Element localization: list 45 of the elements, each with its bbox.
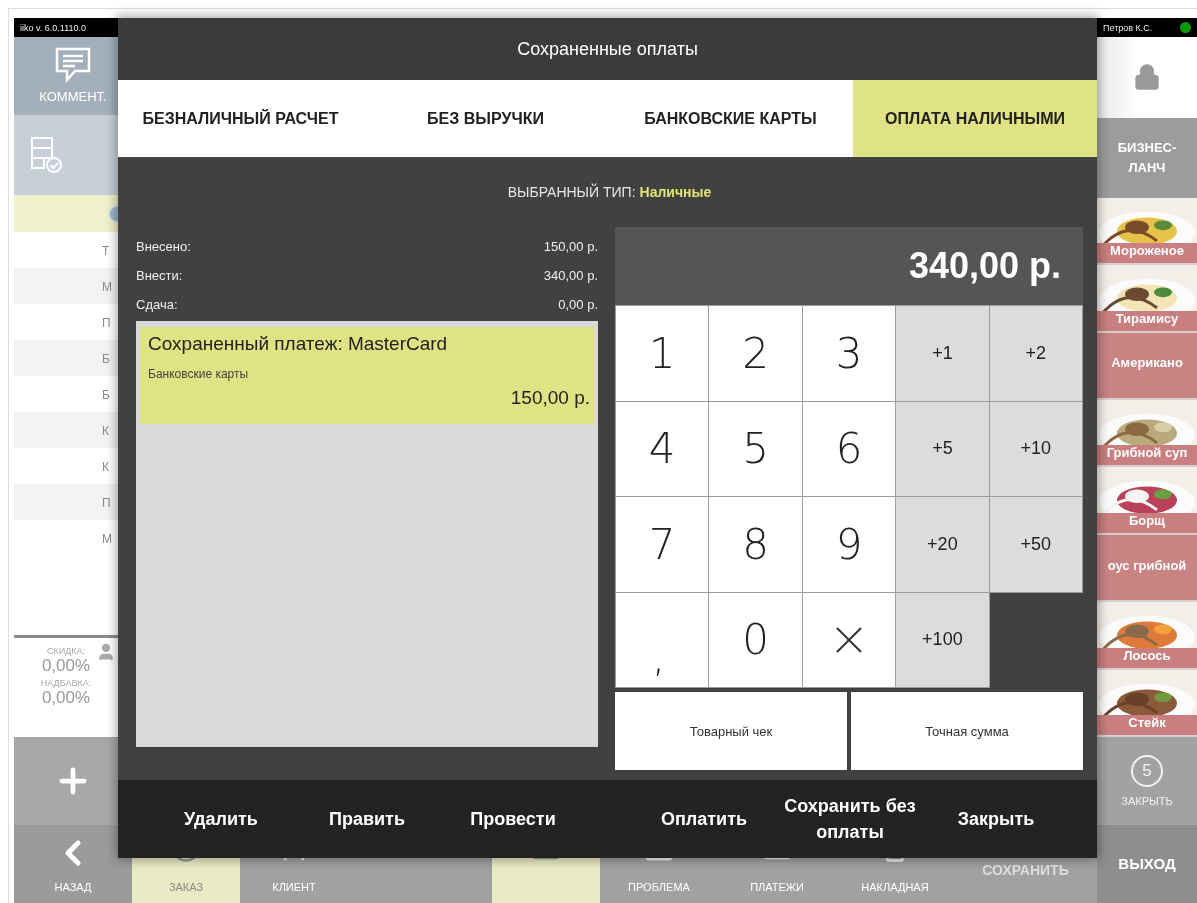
payment-amount: 150,00 р. bbox=[510, 387, 590, 409]
payment-title: Сохраненный платеж: MasterCard bbox=[148, 333, 449, 355]
keypad-key[interactable]: 7 bbox=[616, 497, 709, 592]
keypad-key[interactable]: , bbox=[616, 592, 709, 687]
keypad-key[interactable]: 3 bbox=[802, 306, 896, 401]
total-value: 0,00 р. bbox=[558, 297, 598, 312]
option-button[interactable]: Точная сумма bbox=[851, 692, 1083, 770]
action-button[interactable]: Провести bbox=[440, 780, 586, 858]
markup-value: 0,00% bbox=[41, 688, 91, 708]
total-label: Внести: bbox=[136, 268, 183, 283]
keypad-key[interactable]: 8 bbox=[709, 497, 802, 592]
version-label: iiko v. 6.0.1110.0 bbox=[20, 22, 87, 33]
markup-label: НАДБАВКА: bbox=[40, 678, 92, 688]
total-label: Внесено: bbox=[136, 239, 191, 254]
keypad-key[interactable]: 5 bbox=[709, 401, 802, 496]
keypad-key[interactable]: +2 bbox=[989, 306, 1082, 401]
keypad-key[interactable]: +10 bbox=[989, 401, 1082, 496]
payment-type-tab[interactable]: ОПЛАТА НАЛИЧНЫМИ bbox=[853, 80, 1097, 157]
user-name: Петров К.С. bbox=[1103, 22, 1153, 33]
total-value: 150,00 р. bbox=[543, 239, 598, 254]
selected-type-text: ВЫБРАННЫЙ ТИП: Наличные bbox=[507, 184, 712, 200]
keypad-key[interactable]: 4 bbox=[616, 401, 709, 496]
keypad-key[interactable]: +1 bbox=[896, 306, 989, 401]
keypad-key[interactable]: +20 bbox=[896, 497, 989, 592]
keypad-key[interactable]: +100 bbox=[896, 592, 989, 687]
keypad-key[interactable]: 2 bbox=[709, 306, 802, 401]
action-button[interactable]: Править bbox=[294, 780, 440, 858]
action-button[interactable]: Закрыть bbox=[923, 780, 1069, 858]
discount-value: 0,00% bbox=[41, 656, 91, 676]
payment-type: Банковские карты bbox=[148, 367, 250, 381]
discount-label: СКИДКА: bbox=[46, 646, 86, 656]
keypad-key[interactable]: 6 bbox=[802, 401, 896, 496]
option-button[interactable]: Товарный чек bbox=[615, 692, 847, 770]
total-value: 340,00 р. bbox=[543, 268, 598, 283]
amount-display: 340,00 р. bbox=[615, 227, 1083, 305]
keypad-key[interactable]: +50 bbox=[989, 497, 1082, 592]
keypad-key[interactable]: 0 bbox=[709, 592, 802, 687]
action-button[interactable]: Сохранить без оплаты bbox=[777, 780, 923, 858]
keypad-key[interactable]: 1 bbox=[616, 306, 709, 401]
action-button[interactable]: Оплатить bbox=[631, 780, 777, 858]
total-label: Сдача: bbox=[136, 297, 178, 312]
dialog-title: Сохраненные оплаты bbox=[517, 38, 698, 60]
saved-payment-item[interactable]: Сохраненный платеж: MasterCard Банковские карты 150,00 р. bbox=[140, 327, 594, 424]
keypad-key[interactable]: 9 bbox=[802, 497, 896, 592]
keypad-key[interactable]: +5 bbox=[896, 401, 989, 496]
